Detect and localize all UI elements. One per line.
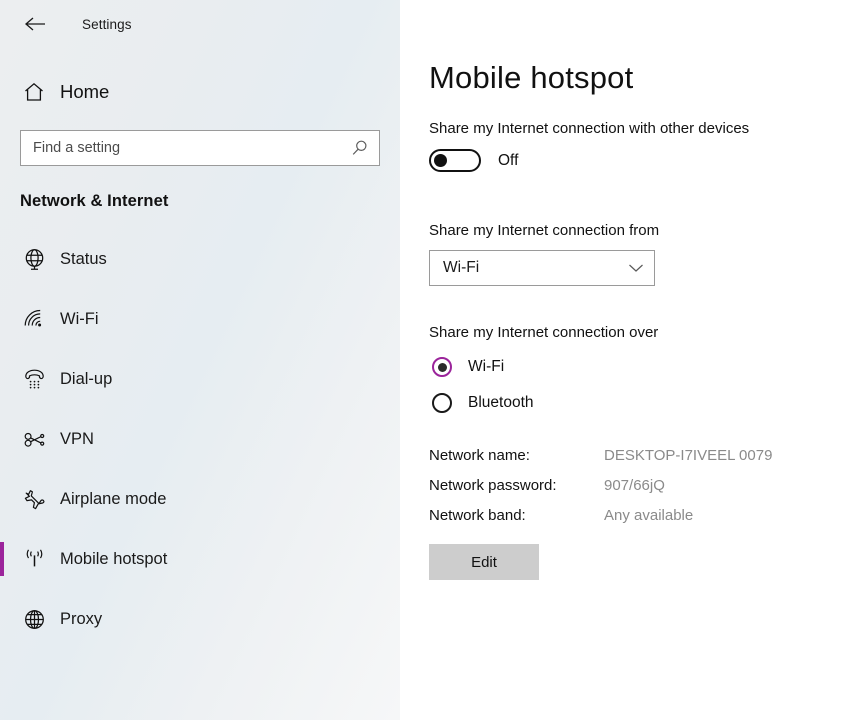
share-connection-toggle[interactable] (429, 149, 481, 172)
dialup-phone-icon (14, 367, 54, 392)
airplane-icon (14, 487, 54, 512)
radio-option-wifi[interactable]: Wi-Fi (429, 357, 862, 377)
detail-value: 907/66jQ (604, 477, 665, 494)
share-connection-label: Share my Internet connection with other … (429, 120, 750, 137)
home-icon (14, 80, 54, 104)
settings-sidebar: Settings Home Network & Internet (0, 0, 400, 720)
network-details: Network name: DESKTOP-I7IVEEL 0079 Netwo… (429, 447, 862, 537)
edit-button[interactable]: Edit (429, 544, 539, 580)
detail-key: Network name: (429, 447, 530, 464)
detail-row-network-password: Network password: 907/66jQ (429, 477, 862, 507)
share-over-label: Share my Internet connection over (429, 324, 659, 341)
title-bar: Settings (0, 0, 400, 48)
radio-button-wifi[interactable] (432, 357, 452, 377)
chevron-down-icon[interactable] (628, 263, 644, 273)
app-title: Settings (82, 16, 132, 32)
sidebar-item-home[interactable]: Home (0, 70, 400, 114)
sidebar-item-proxy[interactable]: Proxy (0, 589, 400, 649)
detail-value: Any available (604, 507, 694, 524)
share-from-label: Share my Internet connection from (429, 222, 660, 239)
vpn-key-icon (14, 427, 54, 452)
sidebar-item-mobile-hotspot[interactable]: Mobile hotspot (0, 529, 400, 589)
radio-button-bluetooth[interactable] (432, 393, 452, 413)
sidebar-nav-list: Status Wi-Fi Dial-up VPN Airplane mode M… (0, 229, 400, 649)
detail-key: Network band: (429, 507, 526, 524)
globe-icon (14, 247, 54, 272)
sidebar-item-vpn[interactable]: VPN (0, 409, 400, 469)
sidebar-item-dialup[interactable]: Dial-up (0, 349, 400, 409)
back-arrow-icon[interactable] (18, 9, 52, 39)
search-box[interactable] (20, 130, 380, 166)
detail-row-network-band: Network band: Any available (429, 507, 862, 537)
share-from-dropdown[interactable]: Wi-Fi (429, 250, 655, 286)
toggle-knob (434, 154, 447, 167)
sidebar-item-status[interactable]: Status (0, 229, 400, 289)
toggle-state-label: Off (498, 151, 519, 169)
page-title: Mobile hotspot (429, 60, 634, 95)
radio-label-wifi: Wi-Fi (468, 358, 505, 375)
hotspot-icon (14, 547, 54, 572)
sidebar-item-label: Mobile hotspot (60, 549, 168, 568)
sidebar-item-label: Wi-Fi (60, 309, 99, 328)
detail-row-network-name: Network name: DESKTOP-I7IVEEL 0079 (429, 447, 862, 477)
sidebar-item-label: Airplane mode (60, 489, 167, 508)
sidebar-item-label: Status (60, 249, 107, 268)
sidebar-item-label: Dial-up (60, 369, 113, 388)
globe-grid-icon (14, 607, 54, 632)
sidebar-item-airplane-mode[interactable]: Airplane mode (0, 469, 400, 529)
radio-label-bluetooth: Bluetooth (468, 394, 534, 411)
wifi-icon (14, 307, 54, 332)
detail-value: DESKTOP-I7IVEEL 0079 (604, 447, 773, 464)
radio-option-bluetooth[interactable]: Bluetooth (429, 393, 862, 413)
sidebar-item-label-home: Home (60, 81, 110, 102)
share-from-selected-value: Wi-Fi (443, 259, 480, 276)
sidebar-section-title: Network & Internet (20, 192, 169, 210)
search-input[interactable] (33, 140, 349, 156)
sidebar-item-label: Proxy (60, 609, 103, 628)
search-icon[interactable] (349, 139, 371, 157)
sidebar-item-wifi[interactable]: Wi-Fi (0, 289, 400, 349)
sidebar-item-label: VPN (60, 429, 94, 448)
detail-key: Network password: (429, 477, 557, 494)
share-connection-toggle-row: Off (429, 149, 862, 172)
main-content: Mobile hotspot Share my Internet connect… (400, 0, 862, 720)
